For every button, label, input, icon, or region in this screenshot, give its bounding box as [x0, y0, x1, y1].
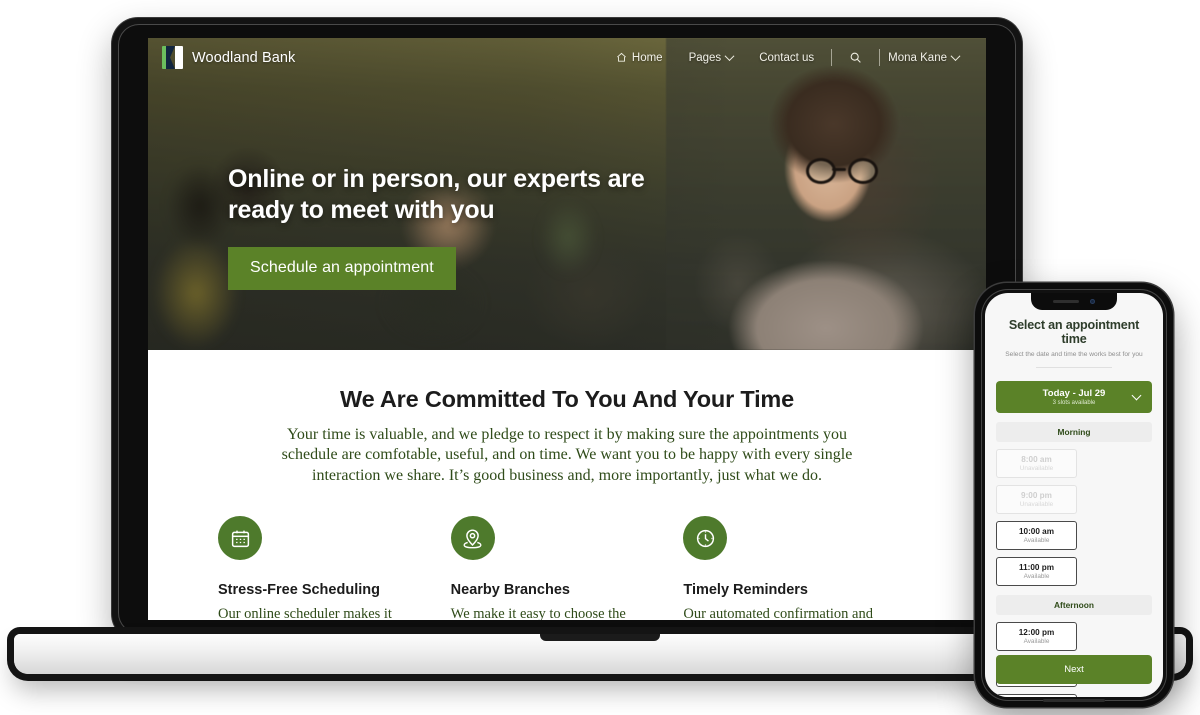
nav-divider-right	[879, 49, 881, 66]
nav-item-search[interactable]	[836, 51, 875, 64]
time-slot-time: 11:00 pm	[1018, 563, 1055, 572]
nav-item-home[interactable]: Home	[603, 52, 676, 64]
nav-item-pages[interactable]: Pages	[676, 51, 747, 64]
hero-section: Online or in person, our experts are rea…	[148, 38, 986, 350]
feature-title: Timely Reminders	[683, 582, 808, 598]
search-icon	[849, 51, 862, 64]
commitment-body: Your time is valuable, and we pledge to …	[281, 426, 853, 484]
time-slot-time: 8:00 am	[1021, 455, 1052, 464]
phone-notch	[1031, 293, 1117, 310]
chevron-down-icon	[950, 51, 961, 62]
nav-label-pages: Pages	[688, 51, 722, 64]
time-slot-state: Unavailable	[1019, 501, 1054, 508]
time-slot: 8:00 am Unavailable	[996, 449, 1077, 478]
commitment-section: We Are Committed To You And Your Time Yo…	[148, 350, 986, 487]
phone-mockup: Select an appointment time Select the da…	[975, 283, 1173, 707]
date-selector-dropdown[interactable]: Today - Jul 29 3 slots available	[996, 381, 1152, 413]
commitment-heading: We Are Committed To You And Your Time	[340, 386, 794, 412]
features-row: Stress-Free Scheduling Our online schedu…	[148, 516, 986, 620]
feature-card-branches: Nearby Branches We make it easy to choos…	[450, 516, 684, 620]
slot-grid-morning: 8:00 am Unavailable 9:00 pm Unavailable …	[996, 449, 1152, 586]
phone-footer: Next	[996, 655, 1152, 684]
time-slot-time: 12:00 pm	[1018, 628, 1055, 637]
woodland-flag-logo-icon	[162, 46, 183, 69]
nav-divider-left	[831, 49, 833, 66]
time-slot-state: Available	[1023, 573, 1050, 580]
nav-label-contact: Contact us	[759, 51, 815, 64]
next-button[interactable]: Next	[996, 655, 1152, 684]
appointment-picker-title: Select an appointment time	[1008, 318, 1140, 346]
date-selector-sublabel: 3 slots available	[1052, 400, 1096, 406]
feature-card-scheduling: Stress-Free Scheduling Our online schedu…	[218, 516, 451, 620]
feature-title: Stress-Free Scheduling	[218, 582, 380, 598]
time-slot-state: Available	[1023, 537, 1050, 544]
feature-card-reminders: Timely Reminders Our automated confirmat…	[683, 516, 916, 620]
user-name-label: Mona Kane	[888, 51, 947, 64]
brand[interactable]: Woodland Bank	[162, 46, 295, 69]
schedule-appointment-button[interactable]: Schedule an appointment	[228, 247, 456, 290]
calendar-icon	[218, 516, 262, 560]
laptop-screen: Online or in person, our experts are rea…	[148, 38, 986, 620]
time-slot[interactable]: 10:00 am Available	[996, 521, 1077, 550]
mockup-stage: Online or in person, our experts are rea…	[0, 0, 1200, 715]
feature-body: Our online scheduler makes it easy to ge…	[218, 606, 392, 620]
laptop-hinge-notch	[540, 634, 660, 641]
nav-item-user-menu[interactable]: Mona Kane	[884, 51, 972, 64]
brand-name: Woodland Bank	[192, 49, 296, 66]
time-slot-state: Unavailable	[1019, 465, 1054, 472]
time-slot[interactable]: 11:00 pm Available	[996, 557, 1077, 586]
time-slot[interactable]: 2:00 pm Available	[996, 694, 1077, 697]
phone-screen: Select an appointment time Select the da…	[985, 293, 1163, 697]
appointment-picker-subtitle: Select the date and time the works best …	[1005, 351, 1143, 358]
nav-label-home: Home	[631, 51, 663, 64]
time-slot-time: 9:00 pm	[1021, 491, 1052, 500]
slot-group-label-morning: Morning	[996, 422, 1152, 442]
map-pin-icon	[450, 516, 495, 560]
main-nav: Home Pages Contact us Mona Kane	[603, 49, 972, 66]
date-selector-label: Today - Jul 29	[1042, 388, 1106, 399]
nav-item-contact-us[interactable]: Contact us	[746, 52, 827, 64]
chevron-down-icon	[724, 51, 735, 62]
home-indicator	[1043, 699, 1105, 702]
site-header: Woodland Bank Home Pages Contact us Mona…	[148, 38, 986, 77]
hero-content: Online or in person, our experts are rea…	[228, 164, 648, 290]
time-slot-time: 10:00 am	[1018, 527, 1055, 536]
time-slot: 9:00 pm Unavailable	[996, 485, 1077, 514]
speaker-grille-icon	[1053, 300, 1079, 303]
clock-icon	[683, 516, 728, 560]
front-camera-icon	[1090, 299, 1095, 304]
feature-body: We make it easy to choose the location t…	[450, 606, 626, 620]
laptop-mockup: Online or in person, our experts are rea…	[112, 18, 1022, 640]
appointment-picker: Select an appointment time Select the da…	[985, 293, 1163, 697]
date-selector-text: Today - Jul 29 3 slots available	[1006, 388, 1142, 406]
hero-title: Online or in person, our experts are rea…	[228, 165, 645, 224]
feature-body: Our automated confirmation and reminder …	[683, 606, 873, 620]
section-divider	[1036, 367, 1112, 368]
slot-group-label-afternoon: Afternoon	[996, 595, 1152, 615]
feature-title: Nearby Branches	[450, 582, 570, 598]
time-slot-state: Available	[1023, 638, 1050, 645]
time-slot[interactable]: 12:00 pm Available	[996, 622, 1077, 651]
house-icon	[616, 52, 627, 63]
